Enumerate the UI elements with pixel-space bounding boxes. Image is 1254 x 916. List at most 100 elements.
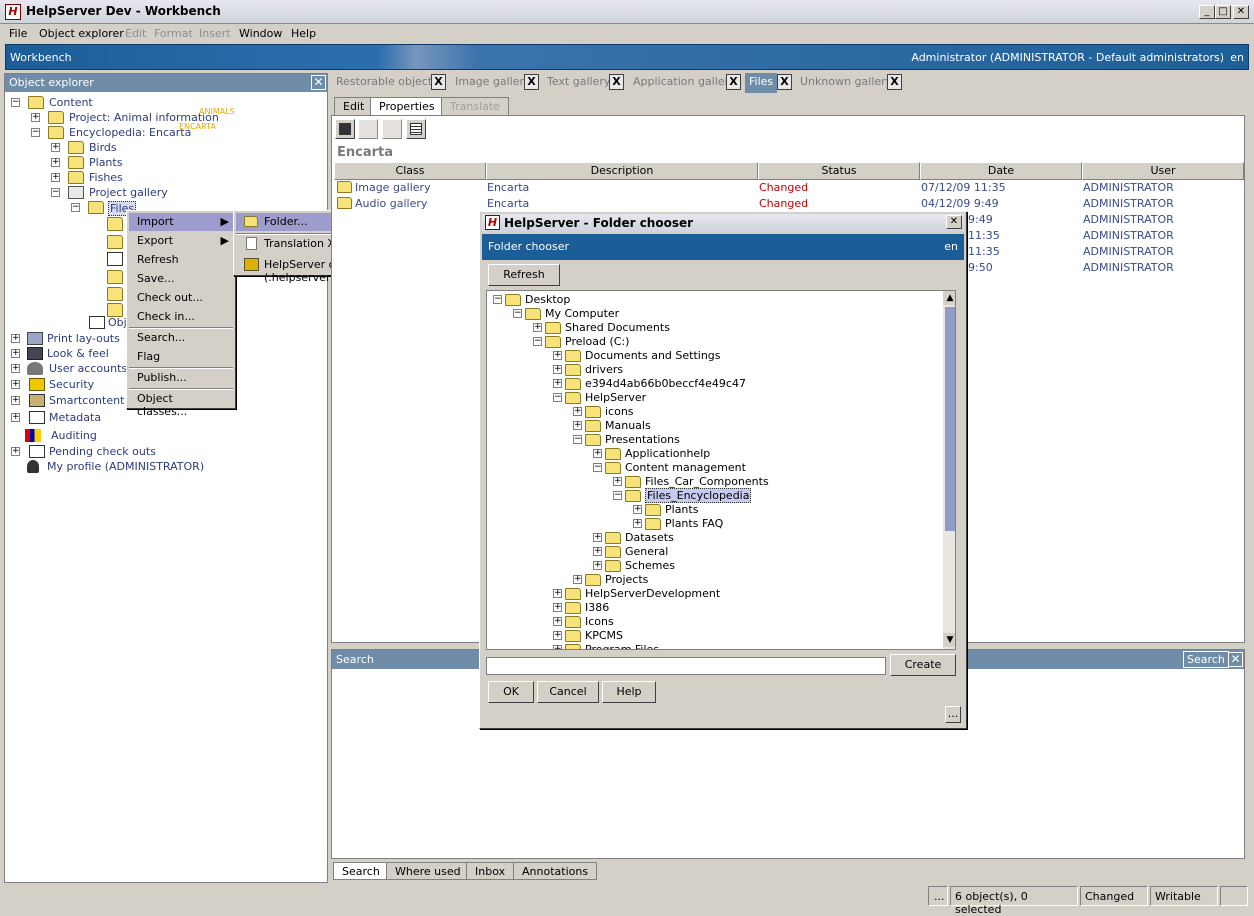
folder-tree-item[interactable]: + Datasets: [593, 531, 923, 545]
expand-icon[interactable]: +: [11, 447, 20, 456]
folder-tree-item[interactable]: + Plants: [633, 503, 955, 517]
expand-icon[interactable]: +: [51, 158, 60, 167]
close-tab-icon[interactable]: X: [524, 74, 539, 90]
cancel-button[interactable]: Cancel: [537, 681, 599, 703]
tab-unknown-gallery[interactable]: Unknown gallery: [796, 73, 896, 93]
menu-insert[interactable]: Insert: [199, 27, 231, 40]
indent-icon[interactable]: [382, 119, 402, 139]
expand-icon[interactable]: +: [11, 364, 20, 373]
expand-icon[interactable]: +: [553, 603, 562, 612]
menu-object-explorer[interactable]: Object explorer: [39, 27, 124, 40]
tab-where-used[interactable]: Where used: [386, 862, 470, 880]
folder-tree-item[interactable]: + Plants FAQ: [633, 517, 955, 531]
file-gallery-icon[interactable]: [107, 217, 123, 231]
keyboard-icon[interactable]: [1220, 886, 1248, 906]
collapse-icon[interactable]: −: [593, 463, 602, 472]
expand-icon[interactable]: +: [553, 365, 562, 374]
expand-icon[interactable]: +: [573, 575, 582, 584]
close-search-icon[interactable]: ✕: [1228, 652, 1243, 667]
tree-item-fishes[interactable]: + Fishes: [51, 171, 151, 186]
menu-export[interactable]: Export ▶: [129, 232, 233, 250]
column-user[interactable]: User: [1082, 162, 1244, 180]
folder-tree-item[interactable]: + Shared Documents: [533, 321, 863, 335]
expand-icon[interactable]: +: [573, 407, 582, 416]
language-indicator[interactable]: en: [1230, 51, 1244, 64]
expand-icon[interactable]: +: [11, 349, 20, 358]
column-class[interactable]: Class: [334, 162, 486, 180]
folder-tree-item[interactable]: + Schemes: [593, 559, 923, 573]
tab-search[interactable]: Search: [333, 862, 389, 880]
tree-item-auditing[interactable]: Auditing: [25, 429, 145, 444]
maximize-button[interactable]: □: [1215, 5, 1231, 19]
close-tab-icon[interactable]: X: [777, 74, 792, 90]
collapse-icon[interactable]: −: [533, 337, 542, 346]
more-options-button[interactable]: ...: [945, 706, 961, 723]
tab-annotations[interactable]: Annotations: [513, 862, 598, 880]
folder-name-input[interactable]: [486, 657, 886, 675]
tab-inbox[interactable]: Inbox: [466, 862, 515, 880]
create-button[interactable]: Create: [890, 654, 956, 676]
ok-button[interactable]: OK: [488, 681, 534, 703]
menu-help[interactable]: Help: [291, 27, 316, 40]
scroll-up-icon[interactable]: ▲: [943, 291, 955, 305]
folder-tree-item[interactable]: + KPCMS: [553, 629, 883, 643]
expand-icon[interactable]: +: [633, 505, 642, 514]
expand-icon[interactable]: +: [593, 561, 602, 570]
tree-item-my-profile[interactable]: My profile (ADMINISTRATOR): [27, 460, 207, 475]
tab-files[interactable]: Files: [745, 73, 778, 93]
expand-icon[interactable]: +: [633, 519, 642, 528]
menu-import[interactable]: Import ▶: [129, 213, 233, 231]
file-gallery-icon[interactable]: [107, 287, 123, 301]
close-dialog-button[interactable]: ✕: [946, 215, 962, 229]
expand-icon[interactable]: +: [11, 413, 20, 422]
tree-item-encyclopedia[interactable]: − Encyclopedia: Encarta ENCARTA: [31, 122, 271, 141]
close-explorer-icon[interactable]: ✕: [311, 75, 326, 90]
expand-icon[interactable]: +: [553, 379, 562, 388]
column-description[interactable]: Description: [486, 162, 758, 180]
save-icon[interactable]: [335, 119, 355, 139]
folder-tree-item[interactable]: − Preload (C:): [533, 335, 863, 349]
expand-icon[interactable]: +: [51, 143, 60, 152]
close-tab-icon[interactable]: X: [609, 74, 624, 90]
collapse-icon[interactable]: −: [71, 203, 80, 212]
close-tab-icon[interactable]: X: [431, 74, 446, 90]
folder-tree-item[interactable]: + Documents and Settings: [553, 349, 883, 363]
menu-edit[interactable]: Edit: [125, 27, 146, 40]
folder-tree-item[interactable]: + Files_Car_Components: [613, 475, 943, 489]
status-more-button[interactable]: ...: [928, 886, 948, 906]
menu-check-in[interactable]: Check in...: [129, 308, 233, 326]
folder-tree-item[interactable]: + HelpServerDevelopment: [553, 587, 883, 601]
menu-format[interactable]: Format: [154, 27, 193, 40]
tree-item-birds[interactable]: + Birds: [51, 141, 151, 156]
menu-flag[interactable]: Flag: [129, 348, 233, 366]
menu-object-classes[interactable]: Object classes...: [129, 390, 233, 418]
tree-item-pending-checkouts[interactable]: + Pending check outs: [11, 445, 171, 460]
expand-icon[interactable]: +: [553, 617, 562, 626]
tree-item-plants[interactable]: + Plants: [51, 156, 151, 171]
file-gallery-icon[interactable]: [107, 270, 123, 284]
expand-icon[interactable]: +: [613, 477, 622, 486]
expand-icon[interactable]: +: [593, 547, 602, 556]
menu-refresh[interactable]: Refresh: [129, 251, 233, 269]
help-button[interactable]: Help: [602, 681, 656, 703]
column-status[interactable]: Status: [758, 162, 920, 180]
folder-tree-item[interactable]: − My Computer: [513, 307, 843, 321]
folder-tree-item[interactable]: − Desktop: [493, 293, 823, 307]
outdent-icon[interactable]: [358, 119, 378, 139]
collapse-icon[interactable]: −: [493, 295, 502, 304]
file-gallery-icon[interactable]: [107, 252, 123, 266]
tab-properties[interactable]: Properties: [370, 97, 444, 115]
folder-tree-item[interactable]: − Content management: [593, 461, 923, 475]
collapse-icon[interactable]: −: [11, 98, 20, 107]
folder-tree-item[interactable]: + Applicationhelp: [593, 447, 923, 461]
file-gallery-icon[interactable]: [107, 303, 123, 317]
expand-icon[interactable]: +: [553, 351, 562, 360]
tab-application-gallery[interactable]: Application gallery: [629, 73, 740, 93]
folder-tree-item[interactable]: − Files_Encyclopedia: [613, 488, 943, 503]
collapse-icon[interactable]: −: [513, 309, 522, 318]
folder-tree-item[interactable]: + General: [593, 545, 923, 559]
expand-icon[interactable]: +: [11, 380, 20, 389]
tab-image-gallery[interactable]: Image gallery: [451, 73, 535, 93]
folder-tree-item[interactable]: − HelpServer: [553, 391, 883, 405]
refresh-button[interactable]: Refresh: [488, 264, 560, 286]
